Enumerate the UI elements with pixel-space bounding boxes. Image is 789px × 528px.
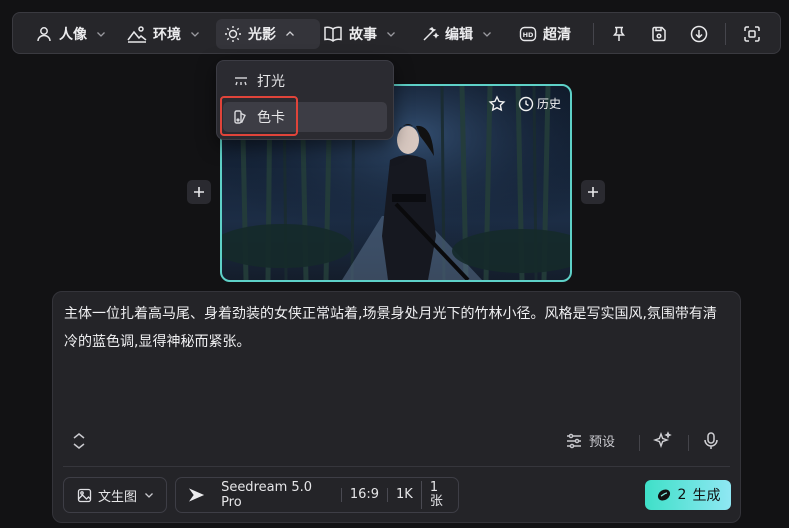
focus-frame-icon xyxy=(744,26,760,42)
divider xyxy=(639,435,640,451)
pin-button[interactable] xyxy=(607,22,631,46)
generate-label: 生成 xyxy=(692,488,721,504)
mode-selector[interactable]: 文生图 xyxy=(63,477,167,513)
chevron-down-icon xyxy=(97,32,105,37)
sliders-icon xyxy=(567,433,581,448)
toolbar-divider xyxy=(725,23,726,45)
history-label: 历史 xyxy=(537,97,562,111)
magic-wand-icon xyxy=(423,26,439,41)
mode-label: 文生图 xyxy=(98,489,138,505)
add-right-button[interactable] xyxy=(581,180,605,204)
prompt-panel: 主体一位扎着高马尾、身着劲装的女侠正常站着,场景身处月光下的竹林小径。风格是写实… xyxy=(52,291,741,523)
aspect-ratio: 16:9 xyxy=(340,488,387,502)
preset-label: 预设 xyxy=(589,435,616,450)
image-count: 1张 xyxy=(420,481,458,509)
microphone-icon xyxy=(704,432,718,449)
edit-menu[interactable]: 编辑 xyxy=(413,19,501,49)
top-toolbar: 人像 环境 光影 故事 编辑 HD 超清 xyxy=(12,12,781,54)
history-button[interactable]: 历史 xyxy=(518,95,561,112)
save-icon xyxy=(652,26,666,42)
lighting-dropdown: 打光 色卡 xyxy=(216,60,394,140)
book-icon xyxy=(324,26,342,42)
chevron-down-icon xyxy=(191,32,199,37)
image-icon xyxy=(77,488,92,502)
download-button[interactable] xyxy=(687,22,711,46)
download-icon xyxy=(690,25,708,43)
fit-screen-button[interactable] xyxy=(740,22,764,46)
sun-icon xyxy=(225,26,241,42)
story-label: 故事 xyxy=(349,27,377,43)
chevron-up-icon xyxy=(286,31,294,36)
hd-icon: HD xyxy=(519,26,537,42)
edit-label: 编辑 xyxy=(445,27,473,43)
hd-upscale-button[interactable]: HD 超清 xyxy=(511,19,579,49)
generate-button[interactable]: 2 生成 xyxy=(645,480,731,510)
bean-credit-icon xyxy=(657,489,670,501)
chevron-down-icon xyxy=(483,32,491,37)
lighting-label: 光影 xyxy=(248,27,276,43)
clock-icon xyxy=(518,96,534,111)
voice-input-button[interactable] xyxy=(702,431,720,455)
story-menu[interactable]: 故事 xyxy=(315,19,405,49)
toolbar-divider xyxy=(593,23,594,45)
star-icon xyxy=(488,95,506,112)
environment-menu[interactable]: 环境 xyxy=(119,19,209,49)
plus-icon xyxy=(194,187,204,197)
expand-vertical-icon xyxy=(73,433,85,449)
lighting-menu[interactable]: 光影 xyxy=(216,19,320,49)
save-button[interactable] xyxy=(647,22,671,46)
palette-icon xyxy=(234,110,246,124)
generate-cost: 2 xyxy=(677,487,687,503)
plus-icon xyxy=(588,187,598,197)
svg-text:HD: HD xyxy=(523,31,534,39)
resolution: 1K xyxy=(387,488,421,502)
add-left-button[interactable] xyxy=(187,180,211,204)
expand-button[interactable] xyxy=(71,432,87,454)
portrait-menu[interactable]: 人像 xyxy=(27,19,115,49)
menu-item-lighting-setup[interactable]: 打光 xyxy=(223,66,387,96)
chevron-down-icon xyxy=(387,32,395,37)
model-logo-icon xyxy=(188,488,205,502)
panel-divider xyxy=(63,466,730,467)
favorite-button[interactable] xyxy=(488,95,506,117)
sparkle-icon xyxy=(652,431,672,449)
light-bar-icon xyxy=(235,77,247,86)
landscape-icon xyxy=(127,26,147,43)
chevron-down-icon xyxy=(145,493,153,498)
prompt-textarea[interactable]: 主体一位扎着高马尾、身着劲装的女侠正常站着,场景身处月光下的竹林小径。风格是写实… xyxy=(64,300,730,356)
environment-label: 环境 xyxy=(153,27,181,43)
person-icon xyxy=(37,27,51,42)
divider xyxy=(688,435,689,451)
pin-icon xyxy=(612,26,626,41)
menu-item-label: 色卡 xyxy=(257,110,285,126)
preset-button[interactable]: 预设 xyxy=(565,431,615,450)
menu-item-label: 打光 xyxy=(257,74,285,90)
menu-item-color-card[interactable]: 色卡 xyxy=(223,102,387,132)
model-name: Seedream 5.0 Pro xyxy=(221,480,313,510)
hd-label: 超清 xyxy=(543,27,571,43)
portrait-label: 人像 xyxy=(59,27,87,43)
model-settings-selector[interactable]: Seedream 5.0 Pro 16:9 1K 1张 xyxy=(175,477,459,513)
ai-enhance-button[interactable] xyxy=(652,431,673,455)
